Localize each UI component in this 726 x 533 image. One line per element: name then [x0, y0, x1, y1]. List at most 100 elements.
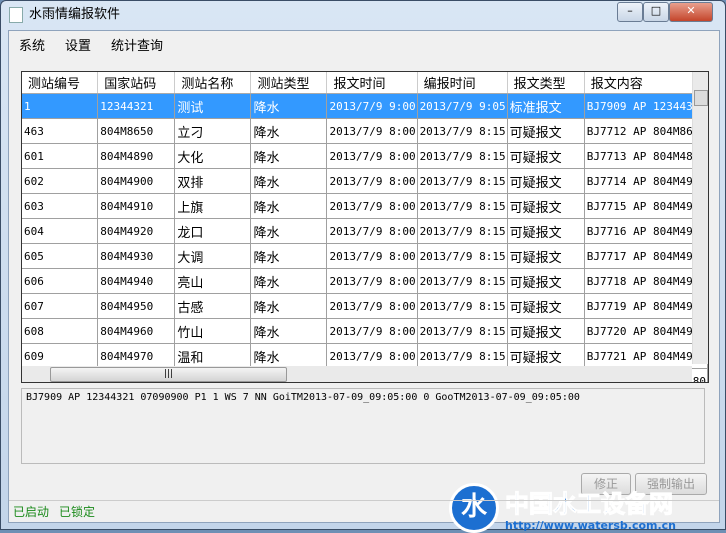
table-cell: 降水: [250, 168, 328, 194]
status-bar: 已启动 已锁定: [9, 500, 719, 523]
table-cell: BJ7718 AP 804M4940: [584, 268, 708, 294]
table-cell: 804M4930: [97, 243, 176, 269]
table-cell: 463: [22, 118, 99, 144]
table-cell: 2013/7/9 8:15: [417, 268, 508, 294]
table-cell: BJ7909 AP 12344321: [584, 93, 708, 119]
table-cell: 2013/7/9 9:05: [417, 93, 508, 119]
table-cell: 降水: [250, 193, 328, 219]
table-cell: 804M4940: [97, 268, 176, 294]
table-cell: 可疑报文: [507, 318, 585, 344]
table-cell: 2013/7/9 8:00: [326, 243, 418, 269]
table-cell: 804M4950: [97, 293, 176, 319]
scrollbar-thumb[interactable]: |||: [50, 367, 287, 382]
status-locked: 已锁定: [59, 505, 96, 519]
table-cell: 601: [22, 143, 99, 169]
table-cell: 2013/7/9 8:00: [326, 343, 418, 369]
column-header[interactable]: 测站名称: [174, 72, 252, 94]
window-title: 水雨情编报软件: [29, 7, 121, 22]
table-cell: 降水: [250, 218, 328, 244]
table-row[interactable]: 606 804M4940 亮山 降水 2013/7/9 8:00 2013/7/9 8:1…: [22, 268, 708, 294]
table-cell: 1: [22, 93, 99, 119]
table-cell: 立刁: [174, 118, 252, 144]
table-row[interactable]: 604 804M4920 龙口 降水 2013/7/9 8:00 2013/7/9 8:1…: [22, 218, 708, 244]
table-cell: 12344321: [97, 93, 176, 119]
table-cell: 604: [22, 218, 99, 244]
table-cell: 2013/7/9 8:00: [326, 293, 418, 319]
menu-settings[interactable]: 设置: [65, 35, 91, 55]
title-bar: 水雨情编报软件: [9, 1, 120, 29]
table-cell: BJ7716 AP 804M4920: [584, 218, 708, 244]
table-row[interactable]: 463 804M8650 立刁 降水 2013/7/9 8:00 2013/7/9 8:1…: [22, 118, 708, 144]
column-header[interactable]: 测站类型: [250, 72, 328, 94]
table-cell: 古感: [174, 293, 252, 319]
table-cell: 可疑报文: [507, 118, 585, 144]
maximize-button[interactable]: □: [643, 2, 669, 22]
table-cell: 降水: [250, 293, 328, 319]
menu-system[interactable]: 系统: [19, 35, 45, 55]
column-header[interactable]: 编报时间: [417, 72, 508, 94]
table-cell: BJ7712 AP 804M8650: [584, 118, 708, 144]
table-cell: 降水: [250, 93, 328, 119]
table-cell: 亮山: [174, 268, 252, 294]
table-cell: 可疑报文: [507, 293, 585, 319]
table-row[interactable]: 608 804M4960 竹山 降水 2013/7/9 8:00 2013/7/9 8:1…: [22, 318, 708, 344]
table-cell: BJ7714 AP 804M4900: [584, 168, 708, 194]
scrollbar-thumb[interactable]: [694, 90, 708, 106]
column-header[interactable]: 报文时间: [326, 72, 418, 94]
table-row[interactable]: 601 804M4890 大化 降水 2013/7/9 8:00 2013/7/9 8:1…: [22, 143, 708, 169]
menu-statistics[interactable]: 统计查询: [111, 35, 163, 55]
table-row[interactable]: 1 12344321 测试 降水 2013/7/9 9:00 2013/7/9 9:05 标…: [22, 93, 708, 119]
table-cell: 804M8650: [97, 118, 176, 144]
close-button[interactable]: ✕: [669, 2, 713, 22]
table-cell: 2013/7/9 8:15: [417, 118, 508, 144]
report-table: 测站编号 国家站码 测站名称 测站类型 报文时间 编报时间 报文类型 报文内容 1 123443…: [21, 71, 709, 383]
table-cell: 804M4900: [97, 168, 176, 194]
app-window: 水雨情编报软件 – □ ✕ 系统 设置 统计查询 测站编号 国家站码 测站名称 测站类…: [0, 0, 726, 533]
table-cell: 可疑报文: [507, 343, 585, 369]
column-header[interactable]: 报文类型: [507, 72, 585, 94]
table-cell: 温和: [174, 343, 252, 369]
table-cell: 可疑报文: [507, 168, 585, 194]
table-row[interactable]: 605 804M4930 大调 降水 2013/7/9 8:00 2013/7/9 8:1…: [22, 243, 708, 269]
table-row[interactable]: 602 804M4900 双排 降水 2013/7/9 8:00 2013/7/9 8:1…: [22, 168, 708, 194]
table-cell: 大化: [174, 143, 252, 169]
table-cell: 2013/7/9 8:15: [417, 293, 508, 319]
table-cell: 804M4920: [97, 218, 176, 244]
table-row[interactable]: 607 804M4950 古感 降水 2013/7/9 8:00 2013/7/9 8:1…: [22, 293, 708, 319]
minimize-button[interactable]: –: [617, 2, 643, 22]
table-cell: 测试: [174, 93, 252, 119]
table-cell: BJ7713 AP 804M4890: [584, 143, 708, 169]
table-cell: 降水: [250, 243, 328, 269]
table-row[interactable]: 603 804M4910 上旗 降水 2013/7/9 8:00 2013/7/9 8:1…: [22, 193, 708, 219]
table-cell: 降水: [250, 143, 328, 169]
vertical-scrollbar[interactable]: [692, 72, 708, 364]
menu-bar: 系统 设置 统计查询: [19, 35, 163, 55]
table-cell: 2013/7/9 8:00: [326, 193, 418, 219]
table-cell: 2013/7/9 8:15: [417, 318, 508, 344]
status-started: 已启动: [13, 505, 50, 519]
table-cell: 标准报文: [507, 93, 585, 119]
table-cell: 降水: [250, 118, 328, 144]
table-row[interactable]: 609 804M4970 温和 降水 2013/7/9 8:00 2013/7/9 8:1…: [22, 343, 708, 369]
table-cell: 2013/7/9 8:15: [417, 243, 508, 269]
table-cell: 大调: [174, 243, 252, 269]
horizontal-scrollbar[interactable]: |||: [22, 366, 692, 382]
table-cell: 2013/7/9 8:00: [326, 118, 418, 144]
table-cell: 2013/7/9 8:00: [326, 318, 418, 344]
table-cell: BJ7717 AP 804M4930: [584, 243, 708, 269]
column-header[interactable]: 测站编号: [22, 72, 99, 94]
table-cell: 804M4970: [97, 343, 176, 369]
table-cell: 2013/7/9 8:00: [326, 268, 418, 294]
message-content-box[interactable]: BJ7909 AP 12344321 07090900 P1 1 WS 7 NN…: [21, 388, 705, 464]
column-header[interactable]: 国家站码: [97, 72, 176, 94]
app-icon: [9, 6, 23, 23]
table-cell: 2013/7/9 8:15: [417, 143, 508, 169]
table-cell: 608: [22, 318, 99, 344]
table-cell: BJ7721 AP 804M4970: [584, 343, 708, 369]
table-cell: BJ7720 AP 804M4960: [584, 318, 708, 344]
table-cell: 可疑报文: [507, 193, 585, 219]
client-area: 系统 设置 统计查询 测站编号 国家站码 测站名称 测站类型 报文时间 编报时间 报文类型报…: [8, 30, 720, 533]
column-header[interactable]: 报文内容: [584, 72, 708, 94]
table-cell: BJ7719 AP 804M4950: [584, 293, 708, 319]
table-cell: 804M4960: [97, 318, 176, 344]
